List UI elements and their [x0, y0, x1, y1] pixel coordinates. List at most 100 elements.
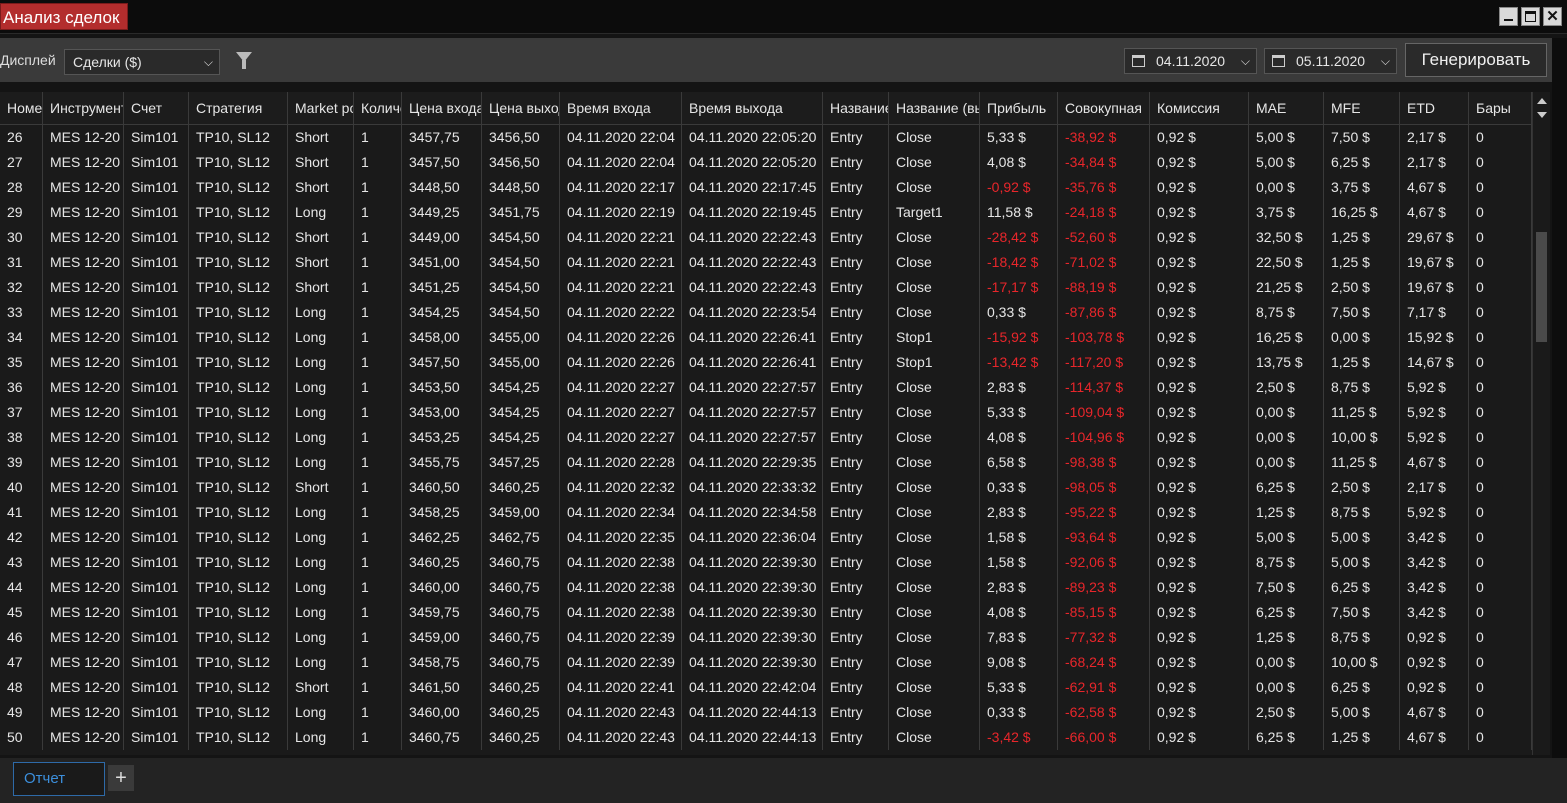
table-row[interactable]: 42 MES 12-20 Sim101 TP10, SL12 Long 1 3462,25 3…: [0, 525, 1532, 550]
cell-mfe: 2,50 $: [1324, 275, 1400, 300]
cell-entry-name: Entry: [823, 475, 889, 500]
cell-entry-time: 04.11.2020 22:04: [560, 150, 682, 175]
table-row[interactable]: 28 MES 12-20 Sim101 TP10, SL12 Short 1 3448,50…: [0, 175, 1532, 200]
table-row[interactable]: 27 MES 12-20 Sim101 TP10, SL12 Short 1 3457,50…: [0, 150, 1532, 175]
cell-exit-name: Close: [889, 300, 980, 325]
cell-commission: 0,92 $: [1150, 125, 1249, 150]
table-row[interactable]: 46 MES 12-20 Sim101 TP10, SL12 Long 1 3459,00 3…: [0, 625, 1532, 650]
date-from-picker[interactable]: 04.11.2020 ⌵: [1124, 48, 1257, 74]
table-row[interactable]: 29 MES 12-20 Sim101 TP10, SL12 Long 1 3449,25 3…: [0, 200, 1532, 225]
minimize-button[interactable]: [1499, 7, 1518, 26]
column-header-account[interactable]: Счет: [124, 92, 189, 124]
cell-entry-time: 04.11.2020 22:22: [560, 300, 682, 325]
cell-strategy: TP10, SL12: [189, 450, 288, 475]
column-header-mfe[interactable]: MFE: [1324, 92, 1400, 124]
cell-market-position: Long: [288, 575, 354, 600]
column-header-entry-price[interactable]: Цена входа: [402, 92, 482, 124]
table-row[interactable]: 37 MES 12-20 Sim101 TP10, SL12 Long 1 3453,00 3…: [0, 400, 1532, 425]
column-header-market-position[interactable]: Market position: [288, 92, 354, 124]
table-row[interactable]: 45 MES 12-20 Sim101 TP10, SL12 Long 1 3459,75 3…: [0, 600, 1532, 625]
table-row[interactable]: 33 MES 12-20 Sim101 TP10, SL12 Long 1 3454,25 3…: [0, 300, 1532, 325]
cell-bars: 0: [1469, 325, 1532, 350]
column-header-cum-profit[interactable]: Совокупная: [1058, 92, 1150, 124]
vertical-scrollbar[interactable]: [1532, 92, 1550, 755]
table-row[interactable]: 47 MES 12-20 Sim101 TP10, SL12 Long 1 3458,75 3…: [0, 650, 1532, 675]
cell-mae: 6,25 $: [1249, 475, 1324, 500]
cell-profit: 1,58 $: [980, 525, 1058, 550]
cell-market-position: Long: [288, 425, 354, 450]
table-row[interactable]: 39 MES 12-20 Sim101 TP10, SL12 Long 1 3455,75 3…: [0, 450, 1532, 475]
column-header-number[interactable]: Номер: [0, 92, 43, 124]
table-row[interactable]: 50 MES 12-20 Sim101 TP10, SL12 Long 1 3460,75 3…: [0, 725, 1532, 750]
table-row[interactable]: 31 MES 12-20 Sim101 TP10, SL12 Short 1 3451,00…: [0, 250, 1532, 275]
cell-account: Sim101: [124, 425, 189, 450]
column-header-commission[interactable]: Комиссия: [1150, 92, 1249, 124]
column-header-strategy[interactable]: Стратегия: [189, 92, 288, 124]
trades-grid[interactable]: НомерИнструментСчетСтратегияMarket posit…: [0, 92, 1532, 755]
column-header-etd[interactable]: ETD: [1400, 92, 1469, 124]
table-row[interactable]: 40 MES 12-20 Sim101 TP10, SL12 Short 1 3460,50…: [0, 475, 1532, 500]
column-header-mae[interactable]: MAE: [1249, 92, 1324, 124]
cell-cum-profit: -35,76 $: [1058, 175, 1150, 200]
table-row[interactable]: 48 MES 12-20 Sim101 TP10, SL12 Short 1 3461,50…: [0, 675, 1532, 700]
add-tab-button[interactable]: +: [108, 765, 134, 791]
cell-exit-price: 3462,75: [482, 525, 560, 550]
cell-exit-time: 04.11.2020 22:27:57: [682, 425, 823, 450]
table-row[interactable]: 30 MES 12-20 Sim101 TP10, SL12 Short 1 3449,00…: [0, 225, 1532, 250]
tab-report[interactable]: Отчет: [13, 762, 105, 796]
cell-market-position: Long: [288, 300, 354, 325]
column-header-exit-name[interactable]: Название (выхода): [889, 92, 980, 124]
cell-instrument: MES 12-20: [43, 175, 124, 200]
scroll-down-icon[interactable]: [1537, 112, 1547, 118]
cell-entry-time: 04.11.2020 22:27: [560, 375, 682, 400]
table-row[interactable]: 35 MES 12-20 Sim101 TP10, SL12 Long 1 3457,50 3…: [0, 350, 1532, 375]
scroll-up-icon[interactable]: [1537, 98, 1547, 104]
table-row[interactable]: 32 MES 12-20 Sim101 TP10, SL12 Short 1 3451,25…: [0, 275, 1532, 300]
cell-etd: 5,92 $: [1400, 400, 1469, 425]
cell-profit: 0,33 $: [980, 700, 1058, 725]
generate-button[interactable]: Генерировать: [1405, 43, 1547, 77]
column-header-exit-price[interactable]: Цена выхода: [482, 92, 560, 124]
cell-exit-price: 3460,75: [482, 575, 560, 600]
cell-exit-time: 04.11.2020 22:22:43: [682, 250, 823, 275]
cell-etd: 3,42 $: [1400, 525, 1469, 550]
display-select[interactable]: Сделки ($) ⌵: [64, 49, 220, 75]
cell-number: 47: [0, 650, 43, 675]
table-row[interactable]: 44 MES 12-20 Sim101 TP10, SL12 Long 1 3460,00 3…: [0, 575, 1532, 600]
scroll-thumb[interactable]: [1536, 232, 1547, 342]
cell-number: 49: [0, 700, 43, 725]
cell-entry-time: 04.11.2020 22:43: [560, 700, 682, 725]
cell-cum-profit: -34,84 $: [1058, 150, 1150, 175]
cell-exit-name: Close: [889, 525, 980, 550]
column-header-instrument[interactable]: Инструмент: [43, 92, 124, 124]
cell-account: Sim101: [124, 475, 189, 500]
table-row[interactable]: 41 MES 12-20 Sim101 TP10, SL12 Long 1 3458,25 3…: [0, 500, 1532, 525]
cell-cum-profit: -92,06 $: [1058, 550, 1150, 575]
cell-commission: 0,92 $: [1150, 650, 1249, 675]
column-header-bars[interactable]: Бары: [1469, 92, 1532, 124]
cell-strategy: TP10, SL12: [189, 600, 288, 625]
column-header-entry-name[interactable]: Название входа: [823, 92, 889, 124]
cell-cum-profit: -87,86 $: [1058, 300, 1150, 325]
table-row[interactable]: 26 MES 12-20 Sim101 TP10, SL12 Short 1 3457,75…: [0, 125, 1532, 150]
cell-bars: 0: [1469, 625, 1532, 650]
cell-commission: 0,92 $: [1150, 450, 1249, 475]
cell-profit: -3,42 $: [980, 725, 1058, 750]
table-row[interactable]: 49 MES 12-20 Sim101 TP10, SL12 Long 1 3460,00 3…: [0, 700, 1532, 725]
table-row[interactable]: 38 MES 12-20 Sim101 TP10, SL12 Long 1 3453,25 3…: [0, 425, 1532, 450]
close-button[interactable]: ✕: [1543, 7, 1562, 26]
column-header-profit[interactable]: Прибыль: [980, 92, 1058, 124]
date-to-picker[interactable]: 05.11.2020 ⌵: [1264, 48, 1397, 74]
cell-strategy: TP10, SL12: [189, 475, 288, 500]
cell-cum-profit: -98,05 $: [1058, 475, 1150, 500]
table-row[interactable]: 36 MES 12-20 Sim101 TP10, SL12 Long 1 3453,50 3…: [0, 375, 1532, 400]
cell-quantity: 1: [354, 275, 402, 300]
column-header-quantity[interactable]: Количество: [354, 92, 402, 124]
table-row[interactable]: 43 MES 12-20 Sim101 TP10, SL12 Long 1 3460,25 3…: [0, 550, 1532, 575]
column-header-entry-time[interactable]: Время входа: [560, 92, 682, 124]
cell-exit-price: 3448,50: [482, 175, 560, 200]
column-header-exit-time[interactable]: Время выхода: [682, 92, 823, 124]
cell-exit-price: 3455,00: [482, 325, 560, 350]
maximize-button[interactable]: [1521, 7, 1540, 26]
table-row[interactable]: 34 MES 12-20 Sim101 TP10, SL12 Long 1 3458,00 3…: [0, 325, 1532, 350]
